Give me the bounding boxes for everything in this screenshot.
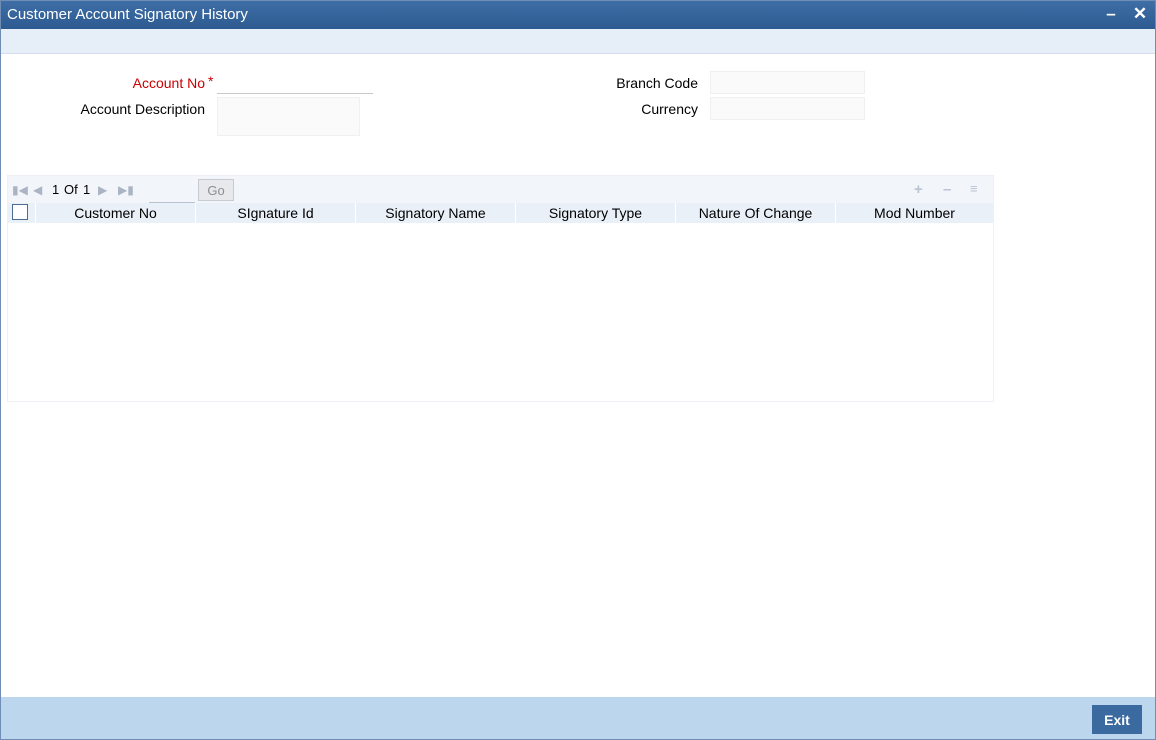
pager-total: 1	[83, 182, 91, 197]
close-icon[interactable]: ✕	[1131, 5, 1149, 23]
grid-toolbar: ▮◀ ◀ 1 Of 1 ▶ ▶▮ Go + – ≡	[8, 176, 993, 203]
pager-current: 1	[52, 182, 60, 197]
remove-row-icon[interactable]: –	[943, 181, 951, 198]
currency-field[interactable]	[710, 97, 865, 120]
select-all-checkbox[interactable]	[12, 204, 28, 220]
title-bar: Customer Account Signatory History – ✕	[1, 1, 1155, 29]
account-no-field[interactable]	[217, 73, 373, 94]
go-button[interactable]: Go	[198, 179, 234, 201]
currency-label: Currency	[641, 101, 698, 117]
next-page-icon[interactable]: ▶	[98, 183, 107, 197]
account-description-field[interactable]	[217, 97, 360, 136]
column-header-signatory-name[interactable]: Signatory Name	[356, 203, 516, 223]
branch-code-field[interactable]	[710, 71, 865, 94]
toolbar-band	[1, 29, 1155, 54]
column-header-nature-of-change[interactable]: Nature Of Change	[676, 203, 836, 223]
prev-page-icon[interactable]: ◀	[33, 183, 42, 197]
signatory-history-grid: ▮◀ ◀ 1 Of 1 ▶ ▶▮ Go + – ≡ Customer No SI…	[7, 175, 994, 402]
column-header-signatory-type[interactable]: Signatory Type	[516, 203, 676, 223]
minimize-icon[interactable]: –	[1102, 5, 1120, 23]
page-number-input[interactable]	[149, 181, 195, 203]
grid-header: Customer No SIgnature Id Signatory Name …	[8, 203, 993, 223]
window-title: Customer Account Signatory History	[7, 6, 248, 23]
pager-of-label: Of	[64, 182, 78, 197]
exit-button[interactable]: Exit	[1092, 705, 1142, 734]
select-all-cell	[8, 203, 36, 223]
column-header-mod-number[interactable]: Mod Number	[836, 203, 993, 223]
account-no-label: Account No	[132, 75, 205, 91]
footer-bar: Exit	[1, 697, 1155, 739]
column-header-customer-no[interactable]: Customer No	[36, 203, 196, 223]
add-row-icon[interactable]: +	[914, 181, 923, 198]
account-description-label: Account Description	[80, 101, 205, 117]
last-page-icon[interactable]: ▶▮	[118, 183, 134, 197]
app-window: Customer Account Signatory History – ✕ A…	[0, 0, 1156, 740]
first-page-icon[interactable]: ▮◀	[12, 183, 28, 197]
single-view-icon[interactable]: ≡	[970, 181, 978, 196]
column-header-signature-id[interactable]: SIgnature Id	[196, 203, 356, 223]
required-marker: *	[208, 73, 214, 89]
branch-code-label: Branch Code	[616, 75, 698, 91]
